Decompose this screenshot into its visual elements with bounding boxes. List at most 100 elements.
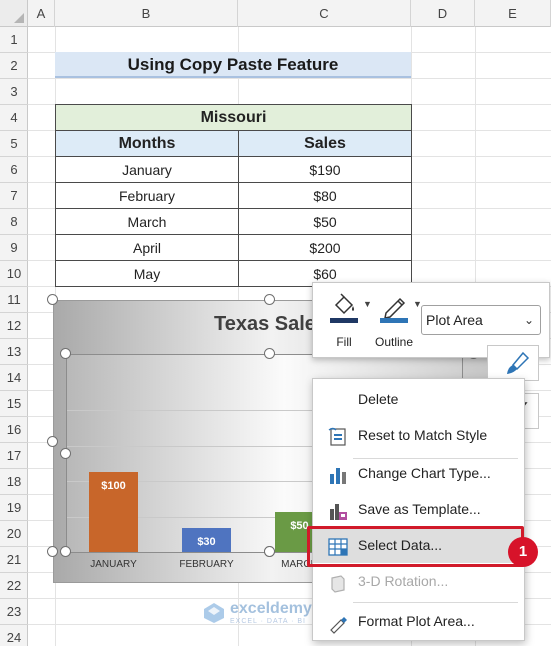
column-header-e[interactable]: E — [475, 0, 551, 27]
resize-handle[interactable] — [264, 294, 275, 305]
menu-item-label: Change Chart Type... — [358, 465, 491, 481]
menu-separator — [353, 602, 518, 603]
save-template-icon — [330, 504, 347, 520]
chart-bar[interactable]: $100 — [89, 472, 138, 552]
sales-header[interactable]: Sales — [238, 130, 412, 157]
sales-cell[interactable]: $80 — [238, 182, 412, 209]
gridline — [28, 78, 551, 79]
state-header[interactable]: Missouri — [55, 104, 412, 131]
step-badge: 1 — [508, 537, 538, 567]
menu-item-label: 3-D Rotation... — [358, 573, 449, 589]
menu-item-format-plot-area[interactable]: Format Plot Area... — [313, 605, 524, 639]
row-header[interactable]: 17 — [0, 443, 28, 469]
row-header[interactable]: 15 — [0, 391, 28, 417]
table-row: April $200 — [55, 234, 412, 261]
paintbrush-icon — [507, 351, 530, 374]
column-header-a[interactable]: A — [28, 0, 55, 27]
chart-type-icon — [330, 468, 346, 484]
row-header[interactable]: 3 — [0, 79, 28, 105]
row-header[interactable]: 10 — [0, 261, 28, 287]
resize-handle[interactable] — [47, 546, 58, 557]
outline-button[interactable]: ▼ Outline — [371, 289, 422, 353]
row-header[interactable]: 4 — [0, 105, 28, 131]
chart-bar[interactable]: $30 — [182, 528, 231, 552]
row-header[interactable]: 22 — [0, 573, 28, 599]
row-header[interactable]: 7 — [0, 183, 28, 209]
row-header[interactable]: 1 — [0, 27, 28, 53]
bar-data-label[interactable]: $100 — [89, 480, 138, 492]
reset-style-icon — [328, 427, 346, 446]
menu-item-save-template[interactable]: Save as Template... — [313, 493, 524, 527]
sales-cell[interactable]: $200 — [238, 234, 412, 261]
resize-handle[interactable] — [47, 294, 58, 305]
row-header[interactable]: 13 — [0, 339, 28, 365]
fill-button[interactable]: ▼ Fill — [321, 289, 372, 353]
menu-item-delete[interactable]: Delete — [313, 383, 524, 417]
outline-label: Outline — [374, 335, 414, 349]
resize-handle[interactable] — [264, 348, 275, 359]
row-header[interactable]: 21 — [0, 547, 28, 573]
column-header-c[interactable]: C — [238, 0, 411, 27]
row-header[interactable]: 12 — [0, 313, 28, 339]
context-menu: Delete Reset to Match Style Change Chart… — [312, 378, 525, 641]
exceldemy-watermark: exceldemy EXCEL · DATA · BI — [203, 600, 312, 625]
select-all-corner[interactable] — [0, 0, 28, 27]
watermark-tagline: EXCEL · DATA · BI — [230, 618, 306, 625]
table-row: February $80 — [55, 182, 412, 209]
resize-handle[interactable] — [60, 448, 71, 459]
chart-styles-button[interactable] — [487, 345, 539, 381]
row-header[interactable]: 18 — [0, 469, 28, 495]
watermark-name: exceldemy — [230, 600, 312, 617]
exceldemy-logo-icon — [204, 602, 224, 623]
column-header-b[interactable]: B — [55, 0, 238, 27]
sales-cell[interactable]: $190 — [238, 156, 412, 183]
chart-element-dropdown[interactable]: Plot Area ⌄ — [421, 305, 541, 335]
row-header[interactable]: 19 — [0, 495, 28, 521]
sheet-title[interactable]: Using Copy Paste Feature — [55, 52, 411, 78]
row-header[interactable]: 2 — [0, 53, 28, 79]
resize-handle[interactable] — [264, 546, 275, 557]
menu-item-reset-style[interactable]: Reset to Match Style — [313, 419, 524, 453]
row-header[interactable]: 16 — [0, 417, 28, 443]
chevron-down-icon: ⌄ — [523, 313, 534, 327]
resize-handle[interactable] — [47, 436, 58, 447]
rotation-icon — [331, 575, 345, 593]
menu-item-change-chart-type[interactable]: Change Chart Type... — [313, 457, 524, 491]
column-header-d[interactable]: D — [411, 0, 475, 27]
month-cell[interactable]: April — [55, 234, 239, 261]
row-header-bar: 1 2 3 4 5 6 7 8 9 10 11 12 13 14 15 16 17 18 19 20 21 22 23 24 — [0, 27, 28, 646]
category-label: JANUARY — [90, 559, 137, 570]
row-header[interactable]: 20 — [0, 521, 28, 547]
row-header[interactable]: 14 — [0, 365, 28, 391]
month-cell[interactable]: May — [55, 260, 239, 287]
row-header[interactable]: 9 — [0, 235, 28, 261]
menu-item-label: Reset to Match Style — [358, 427, 488, 443]
month-cell[interactable]: March — [55, 208, 239, 235]
table-row: January $190 — [55, 156, 412, 183]
sales-cell[interactable]: $50 — [238, 208, 412, 235]
row-header[interactable]: 24 — [0, 625, 28, 646]
highlight-box — [307, 526, 524, 567]
chart-title[interactable]: Texas Sale — [214, 313, 316, 336]
menu-item-3d-rotation: 3-D Rotation... — [313, 565, 524, 599]
format-icon — [330, 617, 347, 634]
resize-handle[interactable] — [60, 546, 71, 557]
row-header[interactable]: 8 — [0, 209, 28, 235]
menu-item-label: Format Plot Area... — [358, 613, 475, 629]
bar-data-label[interactable]: $30 — [182, 536, 231, 548]
menu-item-label: Save as Template... — [358, 501, 481, 517]
chart-element-value: Plot Area — [426, 312, 483, 328]
month-cell[interactable]: January — [55, 156, 239, 183]
row-header[interactable]: 23 — [0, 599, 28, 625]
menu-item-label: Delete — [358, 391, 399, 407]
sales-table: Missouri Months Sales January $190 Febru… — [55, 104, 412, 287]
fill-bucket-icon — [330, 293, 358, 323]
month-cell[interactable]: February — [55, 182, 239, 209]
resize-handle[interactable] — [60, 348, 71, 359]
row-header[interactable]: 11 — [0, 287, 28, 313]
row-header[interactable]: 5 — [0, 131, 28, 157]
months-header[interactable]: Months — [55, 130, 239, 157]
column-header-bar: A B C D E — [0, 0, 551, 27]
row-header[interactable]: 6 — [0, 157, 28, 183]
table-row: March $50 — [55, 208, 412, 235]
